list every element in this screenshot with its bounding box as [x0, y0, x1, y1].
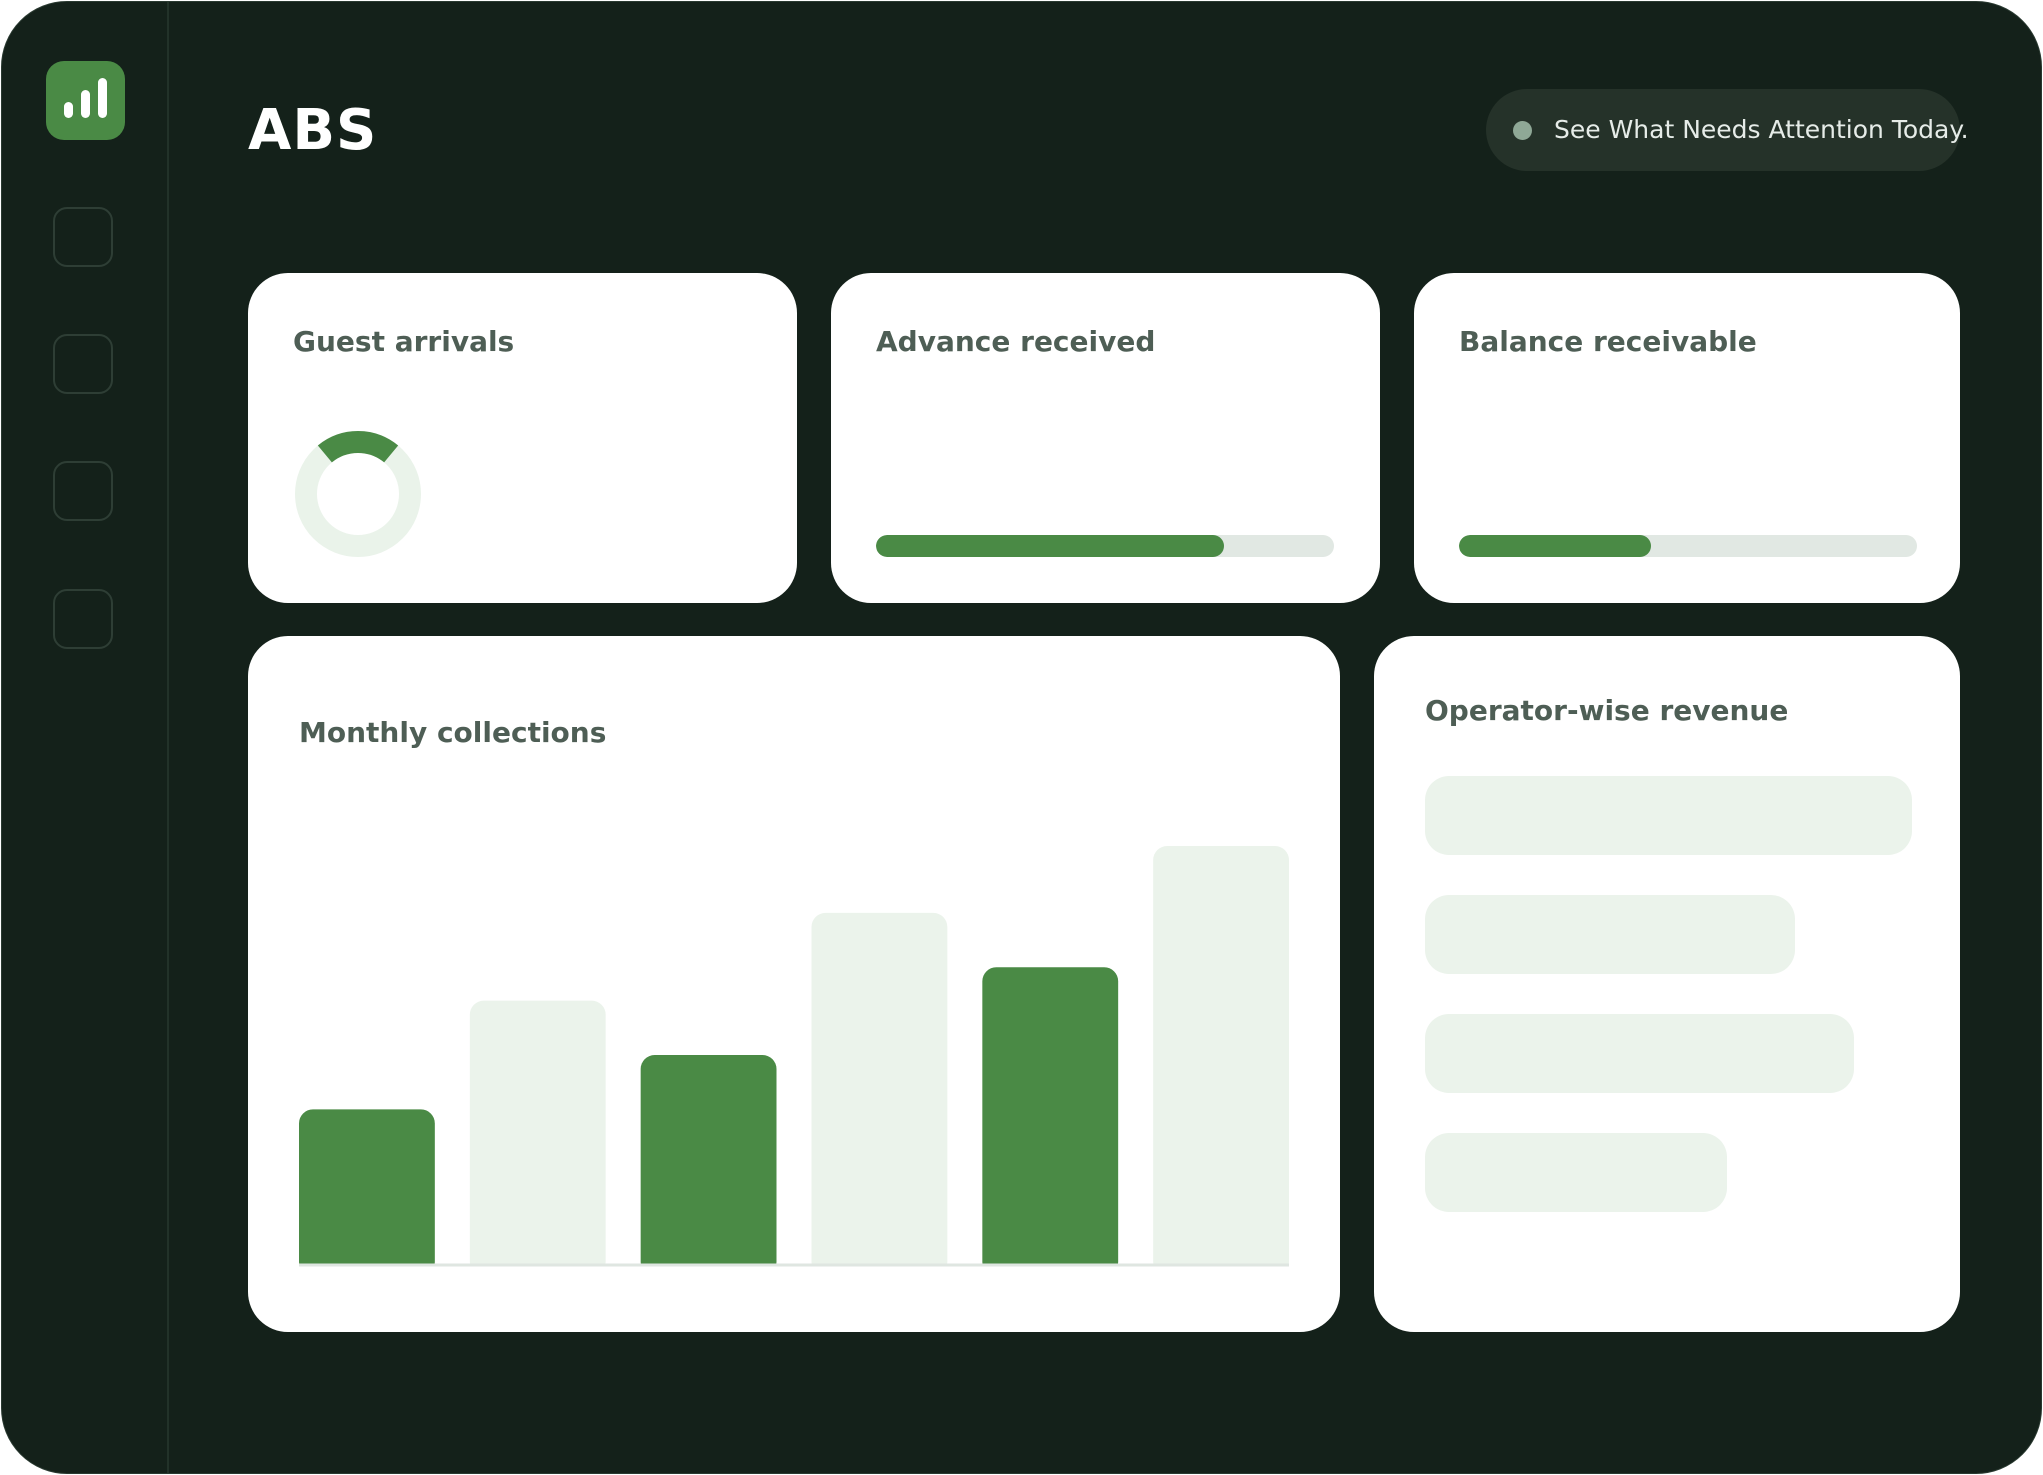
card-title: Guest arrivals	[293, 325, 515, 358]
monthly-collections-chart	[299, 846, 1289, 1276]
operator-revenue-bar-3	[1425, 1014, 1854, 1093]
sidebar-item-4[interactable]	[53, 589, 113, 649]
chart-bar-4	[811, 912, 948, 1276]
bar-chart-icon[interactable]	[46, 61, 125, 140]
sidebar-item-2[interactable]	[53, 334, 113, 394]
chart-bar-3	[640, 1055, 777, 1276]
chart-bar-6	[1153, 846, 1289, 1276]
sidebar-item-1[interactable]	[53, 207, 113, 267]
attention-banner[interactable]: See What Needs Attention Today.	[1486, 89, 1969, 171]
card-operator-revenue: Operator-wise revenue	[1374, 636, 1960, 1332]
card-balance-receivable: Balance receivable	[1414, 273, 1960, 603]
card-title: Operator-wise revenue	[1425, 694, 1789, 727]
card-title: Advance received	[876, 325, 1156, 358]
card-advance-received: Advance received	[831, 273, 1380, 603]
page-title: ABS	[248, 98, 378, 163]
chart-bar-5	[982, 967, 1119, 1276]
status-dot-icon	[1513, 121, 1532, 140]
donut-track	[295, 431, 421, 557]
operator-revenue-bar-2	[1425, 895, 1796, 974]
progress-fill	[876, 535, 1225, 557]
app-window: ABS See What Needs Attention Today. Gues…	[1, 1, 2042, 1474]
progress-track	[876, 535, 1334, 557]
attention-banner-label: See What Needs Attention Today.	[1554, 115, 1969, 144]
card-monthly-collections: Monthly collections	[248, 636, 1340, 1332]
progress-track	[1459, 535, 1917, 557]
donut-arc	[317, 431, 399, 463]
guest-arrivals-donut	[295, 431, 421, 557]
sidebar-item-3[interactable]	[53, 461, 113, 521]
chart-bar-1	[299, 1109, 435, 1276]
sidebar	[2, 2, 169, 1473]
operator-revenue-bar-1	[1425, 776, 1912, 855]
card-title: Monthly collections	[299, 716, 607, 749]
progress-fill	[1459, 535, 1652, 557]
operator-revenue-bar-4	[1425, 1133, 1727, 1212]
card-title: Balance receivable	[1459, 325, 1757, 358]
card-guest-arrivals: Guest arrivals	[248, 273, 797, 603]
chart-bar-2	[469, 1000, 606, 1276]
